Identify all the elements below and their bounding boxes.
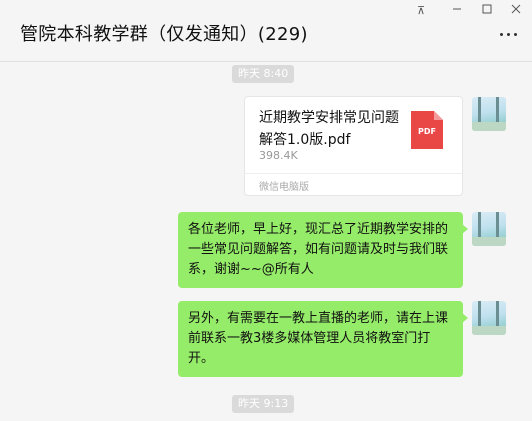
message-bubble[interactable]: 另外，有需要在一教上直播的老师，请在上课前联系一教3楼多媒体管理人员将教室门打开… <box>178 301 468 377</box>
timestamp: 昨天 9:13 <box>232 395 295 413</box>
chat-title: 管院本科教学群（仅发通知）(229) <box>20 24 308 45</box>
file-name: 近期教学安排常见问题解答1.0版.pdf <box>259 110 399 148</box>
divider <box>245 173 462 174</box>
bubble-tail <box>462 224 468 234</box>
close-icon[interactable] <box>505 3 527 19</box>
timestamp: 昨天 8:40 <box>232 65 295 83</box>
message-text: 各位老师，早上好，现汇总了近期教学安排的一些常见问题解答，如有问题请及时与我们联… <box>188 222 449 277</box>
file-size: 398.4K <box>259 149 298 162</box>
more-horizontal-icon[interactable] <box>498 30 520 40</box>
maximize-icon[interactable] <box>476 3 498 19</box>
message-bubble[interactable]: 各位老师，早上好，现汇总了近期教学安排的一些常见问题解答，如有问题请及时与我们联… <box>178 212 468 288</box>
file-source: 微信电脑版 <box>259 182 309 193</box>
chat-header: 管院本科教学群（仅发通知）(229) ⊼ <box>0 0 532 62</box>
pdf-type-label: PDF <box>418 127 436 136</box>
avatar[interactable] <box>472 301 506 335</box>
avatar[interactable] <box>472 97 506 131</box>
message-text: 另外，有需要在一教上直播的老师，请在上课前联系一教3楼多媒体管理人员将教室门打开… <box>188 311 449 366</box>
bubble-tail <box>462 313 468 323</box>
minimize-icon[interactable] <box>446 3 468 19</box>
avatar[interactable] <box>472 212 506 246</box>
pin-icon[interactable]: ⊼ <box>410 3 432 19</box>
file-message-card[interactable]: 近期教学安排常见问题解答1.0版.pdf 398.4K PDF 微信电脑版 <box>244 96 463 196</box>
